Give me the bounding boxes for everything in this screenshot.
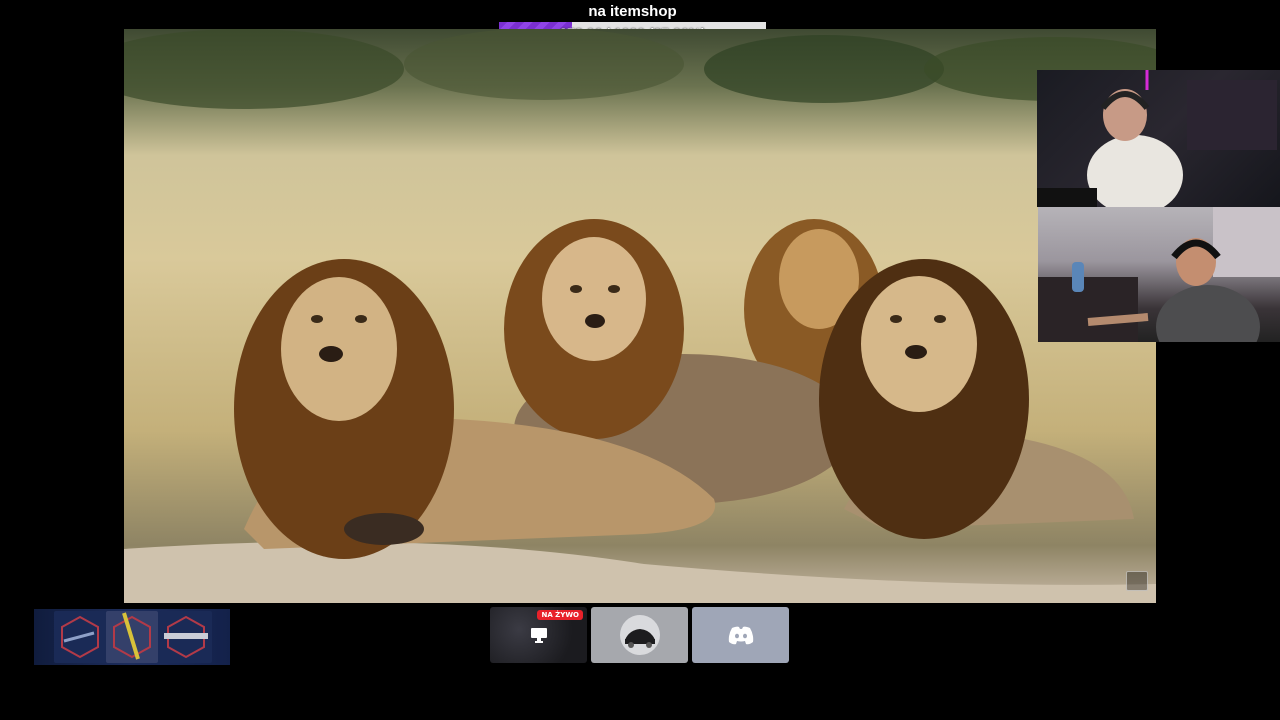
rifle-icon [160,611,212,663]
lions-photo [124,29,1156,603]
live-badge: NA ŻYWO [537,610,583,620]
skins-widget [34,609,230,665]
watermark-icon [1126,571,1148,591]
streamer-webcam-2 [1038,207,1280,342]
streamer-webcam-1 [1037,70,1280,207]
discord-button[interactable] [692,607,789,663]
discord-icon [728,626,753,645]
knife-icon [54,611,106,663]
goal-title: na itemshop [588,3,677,20]
live-stream-button[interactable]: NA ŻYWO [490,607,587,663]
knife-icon [106,611,158,663]
monitor-icon [530,628,547,643]
car-icon [619,615,660,655]
car-button[interactable] [591,607,688,663]
